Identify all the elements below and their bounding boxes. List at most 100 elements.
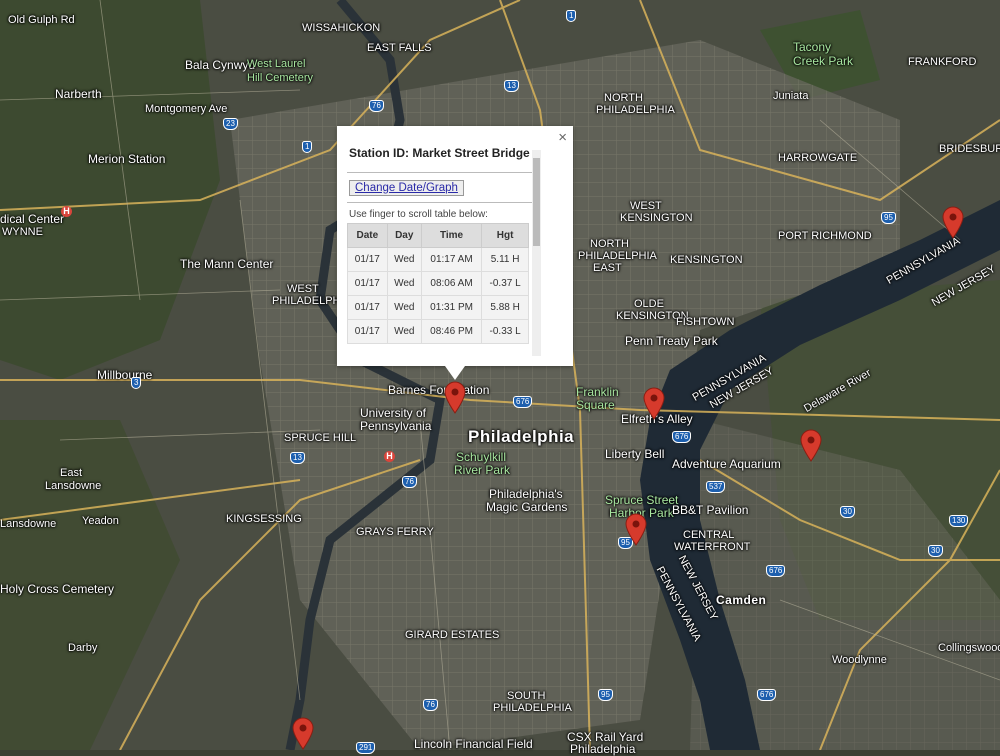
map-place-label: NORTH [590,238,629,250]
map-place-label: Square [576,398,615,412]
column-header: Hgt [481,223,529,248]
map-place-label: FISHTOWN [676,316,735,328]
highway-shield-icon: 13 [290,452,305,464]
map-place-label: Penn Treaty Park [625,334,718,348]
map-place-label: Spruce Street [605,493,679,507]
table-cell: 01/17 [347,319,388,344]
map-place-label: WISSAHICKON [302,22,381,34]
table-cell: 5.11 H [481,247,529,272]
map-place-label: University of [360,406,427,420]
map-place-label: Camden [716,593,767,607]
tide-table[interactable]: Date Day Time Hgt 01/17 Wed 01:17 AM 5.11 H 01/… [347,223,529,344]
station-info-window: × Station ID: Market Street Bridge Chang… [337,126,573,380]
highway-shield-icon: 676 [757,689,777,701]
highway-shield-icon: 130 [949,515,969,527]
map-place-label: Old Gulph Rd [8,14,75,26]
scrollbar-thumb[interactable] [533,158,540,246]
highway-shield-icon: 537 [706,481,726,493]
map-place-label: Barnes Foundation [388,383,490,397]
map-place-label: BB&T Pavilion [672,503,749,517]
change-date-graph-button[interactable]: Change Date/Graph [349,180,464,196]
scroll-hint: Use finger to scroll table below: [349,209,488,220]
map-place-label: Magic Gardens [486,500,568,514]
highway-shield-icon: 76 [402,476,417,488]
map-place-label: Juniata [773,90,809,102]
map-place-label: WEST [287,283,319,295]
map-place-label: PORT RICHMOND [778,230,872,242]
map-place-label: Holy Cross Cemetery [0,582,115,596]
map-place-label: Millbourne [97,368,153,382]
table-scrollbar[interactable] [532,150,541,356]
map-place-label: CENTRAL [683,529,735,541]
table-cell: 01:31 PM [420,295,483,320]
highway-shield-icon: 95 [598,689,613,701]
table-cell: -0.37 L [481,271,529,296]
map-place-label: OLDE [634,298,664,310]
column-header: Date [347,223,388,248]
table-cell: Wed [386,319,422,344]
divider [347,202,533,203]
table-body: 01/17 Wed 01:17 AM 5.11 H 01/17 Wed 08:06 AM -0… [347,247,529,344]
station-id-title: Station ID: Market Street Bridge [349,146,530,160]
map-place-label: River Park [454,463,511,477]
marker-market-street-bridge[interactable] [443,380,467,414]
table-cell: Wed [386,271,422,296]
table-cell: Wed [386,247,422,272]
highway-shield-icon: 676 [513,396,533,408]
column-header: Day [386,223,422,248]
marker-penn-treaty[interactable] [642,386,666,420]
map-place-label: FRANKFORD [908,56,977,68]
table-row: 01/17 Wed 08:46 PM -0.33 L [347,319,529,344]
highway-shield-icon: 95 [881,212,896,224]
map-place-label: EAST FALLS [367,42,432,54]
table-header-row: Date Day Time Hgt [347,223,529,248]
map-place-label: Lansdowne [0,518,57,530]
close-icon[interactable]: × [558,130,567,146]
map-place-label: Schuylkill [456,450,507,464]
map-place-label: WYNNE [2,226,43,238]
map-place-label: Woodlynne [832,654,887,666]
marker-spruce-harbor[interactable] [624,512,648,546]
table-row: 01/17 Wed 01:31 PM 5.88 H [347,295,529,320]
column-header: Time [420,223,483,248]
hospital-icon[interactable]: H [384,451,395,462]
map-place-label: Adventure Aquarium [672,457,781,471]
marker-camden-east[interactable] [799,428,823,462]
map-place-label: Yeadon [82,515,119,527]
map-place-label: PHILADELPHIA [578,250,657,262]
map-place-label: dical Center [0,212,65,226]
map-place-label: HARROWGATE [778,152,858,164]
map-place-label: Pennsylvania [360,419,432,433]
highway-shield-icon: 76 [423,699,438,711]
map-place-label: Philadelphia [468,427,575,446]
map-place-label: Lansdowne [45,480,102,492]
map-place-label: KENSINGTON [620,212,693,224]
hospital-icon[interactable]: H [61,206,72,217]
table-cell: -0.33 L [481,319,529,344]
table-cell: 01/17 [347,247,388,272]
highway-shield-icon: 76 [369,100,384,112]
highway-shield-icon: 30 [840,506,855,518]
map-place-label: KINGSESSING [226,513,302,525]
table-row: 01/17 Wed 08:06 AM -0.37 L [347,271,529,296]
map-place-label: Hill Cemetery [247,72,314,84]
highway-shield-icon: 291 [356,742,376,754]
table-cell: 08:06 AM [420,271,483,296]
table-cell: 5.88 H [481,295,529,320]
map-place-label: SPRUCE HILL [284,432,357,444]
map-place-label: Lincoln Financial Field [414,737,533,751]
map-place-label: Merion Station [88,152,166,166]
highway-shield-icon: 676 [766,565,786,577]
marker-ne-delaware[interactable] [941,205,965,239]
map-place-label: EAST [593,262,622,274]
map-place-label: GRAYS FERRY [356,526,434,538]
marker-south[interactable] [291,716,315,750]
map-place-label: NORTH [604,92,643,104]
map-place-label: Creek Park [793,54,854,68]
map-place-label: Narberth [55,87,102,101]
table-cell: 01:17 AM [420,247,483,272]
map-place-label: East [60,467,83,479]
map-place-label: The Mann Center [180,257,274,271]
table-cell: Wed [386,295,422,320]
map-place-label: Philadelphia's [489,487,563,501]
